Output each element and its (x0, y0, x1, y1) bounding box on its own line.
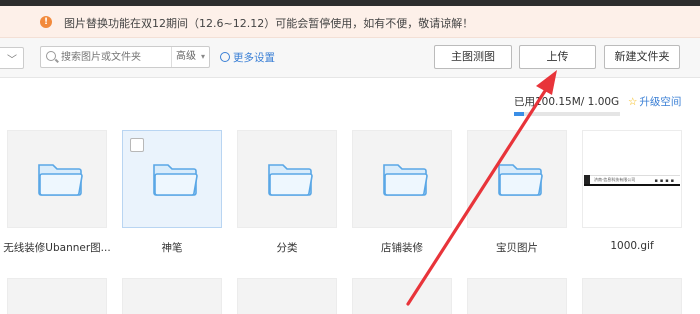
folder-icon (498, 164, 543, 196)
image-preview-bar (584, 184, 680, 186)
file-name: 1000.gif (610, 240, 654, 252)
gear-icon (220, 52, 230, 62)
folder-card[interactable] (237, 130, 337, 228)
search-box: 高级 ▾ (40, 46, 210, 68)
select-checkbox[interactable] (130, 138, 144, 152)
notice-banner: ! 图片替换功能在双12期间（12.6~12.12）可能会暂停使用，如有不便，敬… (0, 6, 700, 38)
file-name: 宝贝图片 (496, 242, 538, 254)
file-item-partial[interactable] (467, 278, 567, 314)
file-name: 神笔 (161, 242, 183, 254)
storage-usage: 已用100.15M/ 1.00G (514, 94, 619, 109)
advanced-search-label: 高级 (176, 51, 196, 62)
image-preview: 济南·信息科技有限公司 ▪▪▪▪ (584, 175, 680, 186)
image-thumbnail[interactable]: 济南·信息科技有限公司 ▪▪▪▪ (582, 130, 682, 228)
file-item-partial[interactable] (122, 278, 222, 314)
file-name: 分类 (276, 242, 298, 254)
new-folder-button[interactable]: 新建文件夹 (604, 45, 680, 69)
file-item-partial[interactable] (582, 278, 682, 314)
file-item-partial[interactable] (7, 278, 107, 314)
upload-button[interactable]: 上传 (519, 45, 596, 69)
toolbar: ﹀ 高级 ▾ 更多设置 主图测图 上传 新建文件夹 (0, 38, 700, 78)
main-image-test-button[interactable]: 主图测图 (434, 45, 512, 69)
star-icon: ☆ (628, 96, 638, 108)
file-name: 无线装修Ubanner图... (3, 242, 111, 254)
folder-icon (38, 164, 83, 196)
more-settings-link[interactable]: 更多设置 (220, 50, 275, 65)
folder-icon (268, 164, 313, 196)
storage-used-text: 100.15M/ 1.00G (535, 96, 620, 108)
caret-down-icon: ▾ (200, 52, 205, 61)
search-icon (46, 51, 56, 61)
folder-icon (383, 164, 428, 196)
chevron-down-icon: ﹀ (7, 55, 17, 66)
file-name: 店铺装修 (381, 242, 423, 254)
file-item-partial[interactable] (237, 278, 337, 314)
storage-progress-fill (514, 112, 525, 116)
image-preview-caption: 济南·信息科技有限公司 (594, 177, 636, 182)
folder-card[interactable] (7, 130, 107, 228)
advanced-search-dropdown[interactable]: 高级 ▾ (171, 47, 209, 67)
upgrade-space-link[interactable]: ☆ 升级空间 (628, 94, 681, 109)
upgrade-space-label: 升级空间 (639, 96, 682, 108)
folder-card-selected[interactable] (122, 130, 222, 228)
folder-card[interactable] (352, 130, 452, 228)
warning-icon: ! (40, 16, 52, 28)
file-item-partial[interactable] (352, 278, 452, 314)
more-settings-label: 更多设置 (233, 52, 275, 64)
folder-card[interactable] (467, 130, 567, 228)
storage-progress-bar (514, 112, 620, 116)
search-input[interactable] (61, 50, 161, 65)
folder-icon (153, 164, 198, 196)
notice-text: 图片替换功能在双12期间（12.6~12.12）可能会暂停使用，如有不便，敬请谅… (64, 17, 474, 30)
storage-used-prefix: 已用 (514, 96, 535, 108)
view-dropdown[interactable]: ﹀ (0, 47, 24, 69)
